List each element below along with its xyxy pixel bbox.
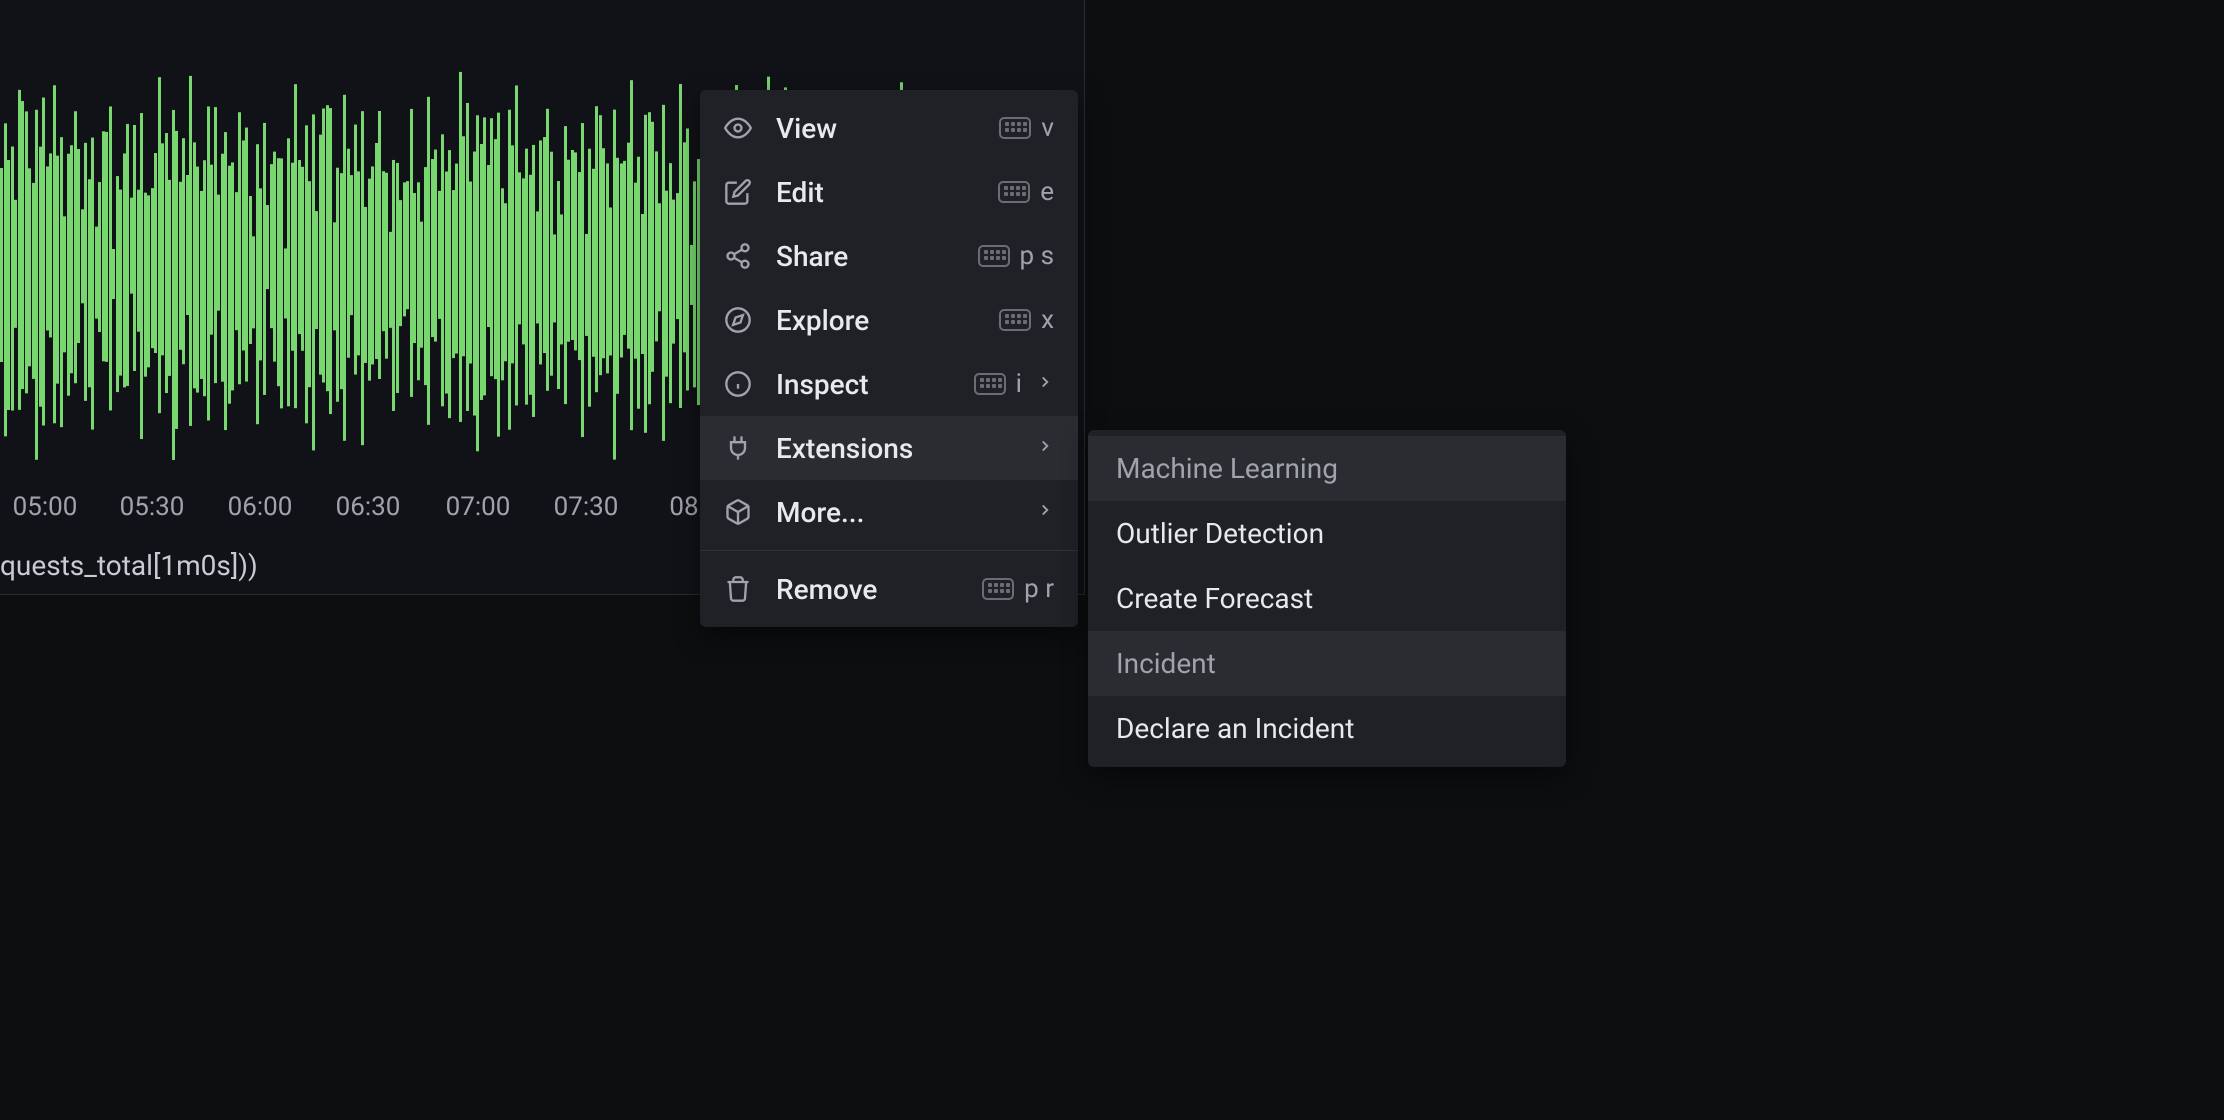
- submenu-section-header: Machine Learning: [1088, 436, 1566, 501]
- menu-item-share[interactable]: Share p s: [700, 224, 1078, 288]
- shortcut: e: [998, 177, 1054, 207]
- shortcut-key: p s: [1020, 241, 1054, 271]
- menu-item-label: Edit: [776, 176, 998, 209]
- x-tick: 05:30: [120, 492, 185, 522]
- x-tick: 05:00: [13, 492, 78, 522]
- menu-item-view[interactable]: View v: [700, 96, 1078, 160]
- x-tick: 06:00: [228, 492, 293, 522]
- shortcut-key: e: [1040, 177, 1054, 207]
- shortcut: v: [999, 113, 1054, 143]
- eye-icon: [724, 114, 752, 142]
- keyboard-icon: [999, 309, 1031, 331]
- x-tick: 08: [669, 492, 698, 522]
- chevron-right-icon: [1036, 501, 1054, 523]
- submenu-section-header: Incident: [1088, 631, 1566, 696]
- keyboard-icon: [978, 245, 1010, 267]
- submenu-item[interactable]: Outlier Detection: [1088, 501, 1566, 566]
- submenu-item[interactable]: Declare an Incident: [1088, 696, 1566, 761]
- cube-icon: [724, 498, 752, 526]
- keyboard-icon: [982, 578, 1014, 600]
- menu-item-remove[interactable]: Remove p r: [700, 557, 1078, 621]
- shortcut: i: [974, 369, 1022, 399]
- menu-item-label: Share: [776, 240, 978, 273]
- shortcut: p s: [978, 241, 1054, 271]
- submenu-item[interactable]: Create Forecast: [1088, 566, 1566, 631]
- shortcut: x: [999, 305, 1054, 335]
- shortcut-key: p r: [1024, 574, 1054, 604]
- keyboard-icon: [999, 117, 1031, 139]
- info-icon: [724, 370, 752, 398]
- query-label: quests_total[1m0s])): [0, 549, 258, 582]
- plug-icon: [724, 434, 752, 462]
- menu-item-extensions[interactable]: Extensions: [700, 416, 1078, 480]
- trash-icon: [724, 575, 752, 603]
- menu-item-label: View: [776, 112, 999, 145]
- menu-item-explore[interactable]: Explore x: [700, 288, 1078, 352]
- menu-divider: [700, 550, 1078, 551]
- x-tick: 07:00: [446, 492, 511, 522]
- chevron-right-icon: [1036, 373, 1054, 395]
- menu-item-label: More...: [776, 496, 1022, 529]
- keyboard-icon: [974, 373, 1006, 395]
- shortcut-key: v: [1041, 113, 1054, 143]
- menu-item-more[interactable]: More...: [700, 480, 1078, 544]
- menu-item-label: Explore: [776, 304, 999, 337]
- menu-item-edit[interactable]: Edit e: [700, 160, 1078, 224]
- chevron-right-icon: [1036, 437, 1054, 459]
- menu-item-label: Remove: [776, 573, 982, 606]
- extensions-submenu: Machine LearningOutlier DetectionCreate …: [1088, 430, 1566, 767]
- shortcut-key: x: [1041, 305, 1054, 335]
- menu-item-label: Inspect: [776, 368, 974, 401]
- x-tick: 07:30: [554, 492, 619, 522]
- menu-item-label: Extensions: [776, 432, 1022, 465]
- shortcut-key: i: [1016, 369, 1022, 399]
- menu-item-inspect[interactable]: Inspect i: [700, 352, 1078, 416]
- pencil-icon: [724, 178, 752, 206]
- keyboard-icon: [998, 181, 1030, 203]
- shortcut: p r: [982, 574, 1054, 604]
- x-tick: 06:30: [336, 492, 401, 522]
- share-icon: [724, 242, 752, 270]
- panel-context-menu: View v Edit e Share p s Explore x Inspect i Extens…: [700, 90, 1078, 627]
- compass-icon: [724, 306, 752, 334]
